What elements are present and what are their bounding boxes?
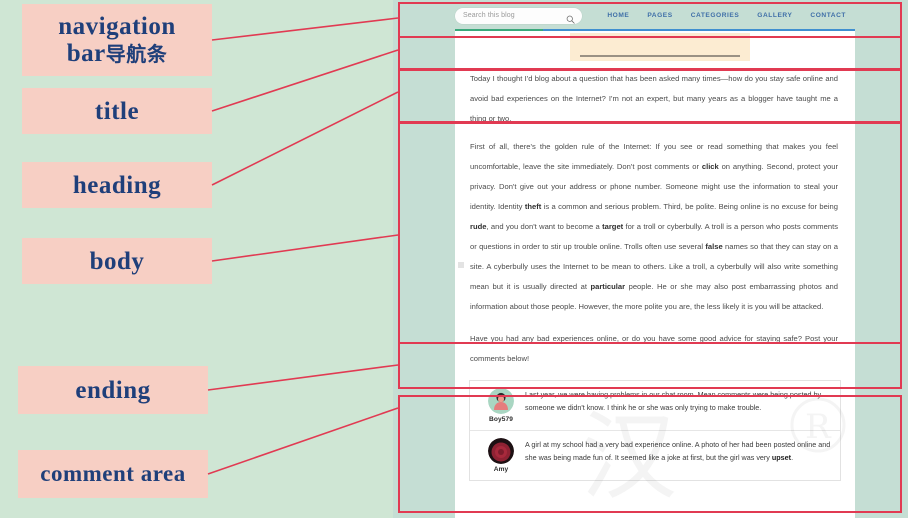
text-run: is a common and serious problem. Third, …: [541, 202, 838, 211]
navigation-bar: Search this blog HOME PAGES CATEGORIES GALL…: [393, 0, 908, 32]
annotation-navigation-cn: 导航条: [105, 42, 168, 66]
text-run: , and you don't want to become a: [486, 222, 603, 231]
nav-link-contact[interactable]: CONTACT: [801, 12, 855, 19]
search-icon[interactable]: [566, 11, 576, 24]
comment-item: Boy579 Last year, we were having problems…: [470, 381, 840, 430]
emphasis-word: target: [602, 222, 624, 231]
comment-author: Amy: [493, 466, 509, 473]
scroll-marker: [458, 262, 464, 268]
annotation-label-comment-area: comment area: [18, 450, 208, 498]
emphasis-word: theft: [524, 202, 542, 211]
text-run: Last year, we were having problems in ou…: [525, 390, 822, 412]
text-run: .: [791, 452, 794, 462]
annotation-label-heading: heading: [22, 162, 212, 208]
blog-content-column: Today I thought I'd blog about a questio…: [455, 31, 855, 518]
post-ending-paragraph: Have you had any bad experiences online,…: [470, 334, 838, 363]
post-title-area: [455, 31, 855, 64]
annotation-body-text: body: [89, 247, 145, 275]
annotation-label-body: body: [22, 238, 212, 284]
blog-page-screenshot: Search this blog HOME PAGES CATEGORIES GALL…: [393, 0, 908, 518]
annotation-navigation-line2: bar: [66, 40, 106, 67]
annotation-panel: navigation bar 导航条 title heading body end…: [0, 0, 400, 518]
comment-author: Boy579: [488, 416, 514, 423]
emphasis-word: click: [701, 162, 719, 171]
emphasis-word: false: [705, 242, 723, 251]
page-right-gutter: [908, 0, 920, 518]
nav-link-home[interactable]: HOME: [598, 12, 638, 19]
avatar: Amy: [477, 438, 525, 473]
nav-link-gallery[interactable]: GALLERY: [748, 12, 801, 19]
avatar: Boy579: [477, 388, 525, 423]
comment-text: Last year, we were having problems in ou…: [525, 388, 831, 414]
comment-item: Amy A girl at my school had a very bad ex…: [470, 430, 840, 480]
search-placeholder: Search this blog: [463, 12, 515, 19]
annotation-ending-text: ending: [75, 376, 151, 404]
boy-avatar-icon: [488, 388, 514, 414]
annotation-title-text: title: [94, 97, 140, 125]
post-body-paragraph: First of all, there's the golden rule of…: [455, 134, 855, 323]
comment-list: Boy579 Last year, we were having problems…: [469, 380, 841, 481]
emphasis-word: particular: [590, 282, 626, 291]
search-input[interactable]: Search this blog: [455, 7, 583, 24]
nav-link-categories[interactable]: CATEGORIES: [682, 12, 749, 19]
annotation-navigation-line1: navigation: [58, 13, 176, 40]
annotation-label-navigation-bar: navigation bar 导航条: [22, 4, 212, 76]
annotation-comment-area-text: comment area: [40, 460, 186, 486]
emphasis-word: rude: [470, 222, 487, 231]
nav-link-pages[interactable]: PAGES: [638, 12, 681, 19]
comment-area: Boy579 Last year, we were having problems…: [455, 377, 855, 491]
annotation-label-title: title: [22, 88, 212, 134]
post-heading-paragraph: Today I thought I'd blog about a questio…: [470, 74, 838, 123]
emphasis-word: upset: [771, 452, 792, 462]
post-title-box: [570, 33, 750, 61]
nav-links: HOME PAGES CATEGORIES GALLERY CONTACT: [598, 12, 855, 19]
title-divider: [580, 55, 740, 57]
annotation-heading-text: heading: [72, 171, 162, 199]
annotation-label-ending: ending: [18, 366, 208, 414]
rose-avatar-icon: [488, 438, 514, 464]
comment-text: A girl at my school had a very bad exper…: [525, 438, 831, 464]
